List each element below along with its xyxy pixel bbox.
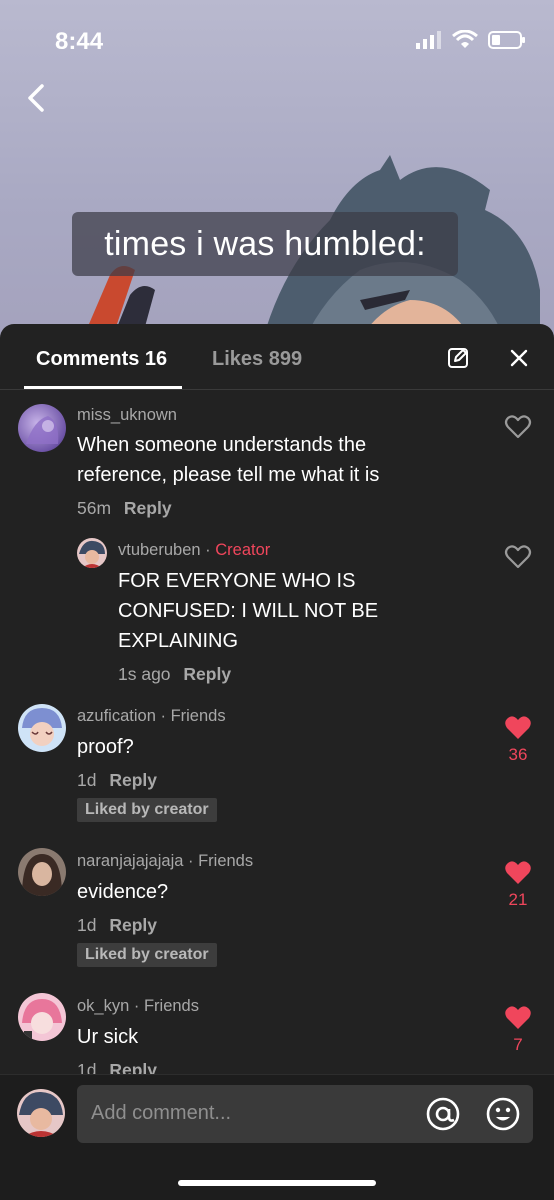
commenter-username[interactable]: naranjajajajaja <box>77 852 183 870</box>
back-arrow-icon[interactable] <box>20 78 56 118</box>
status-time: 8:44 <box>55 28 104 55</box>
comment-text-line: reference, please tell me what it is <box>77 464 380 486</box>
like-count: 7 <box>513 1035 523 1054</box>
status-icons <box>416 30 526 50</box>
comment-text: evidence? <box>77 881 169 903</box>
liked-by-creator-tag: Liked by creator <box>77 943 217 967</box>
reply-button[interactable]: Reply <box>124 498 172 518</box>
reply-button[interactable]: Reply <box>183 664 231 684</box>
wifi-icon <box>452 30 478 48</box>
heart-outline-icon[interactable] <box>504 413 532 441</box>
heart-filled-icon[interactable] <box>504 714 532 742</box>
comment-meta: 1d Reply <box>77 915 157 936</box>
friends-badge: Friends <box>198 852 254 870</box>
emoji-icon[interactable] <box>485 1096 521 1132</box>
video-caption: times i was humbled: <box>72 212 458 276</box>
video-background: 8:44 times i was humbled: <box>0 0 554 340</box>
comment-text-line: EXPLAINING <box>118 630 239 652</box>
creator-username[interactable]: vtuberuben <box>118 541 201 559</box>
battery-icon <box>488 31 525 49</box>
comment-text: Ur sick <box>77 1026 139 1048</box>
separator: · <box>183 852 199 870</box>
status-bar: 8:44 <box>0 0 554 80</box>
commenter-username[interactable]: ok_kyn <box>77 997 129 1015</box>
comment-text-line: FOR EVERYONE WHO IS <box>118 570 356 592</box>
avatar[interactable] <box>18 404 66 452</box>
comment-text-line: CONFUSED: I WILL NOT BE <box>118 600 379 622</box>
comment-text-line: When someone understands the <box>77 434 367 456</box>
comment-text: When someone understands the reference, … <box>77 430 379 490</box>
comment-meta: 56m Reply <box>77 498 172 519</box>
commenter-username[interactable]: azufication <box>77 707 156 725</box>
comment-meta: 1d Reply <box>77 770 157 791</box>
separator: · <box>155 707 171 725</box>
reply-button[interactable]: Reply <box>109 915 157 935</box>
comment-username: ok_kyn · Friends <box>77 997 199 1016</box>
comment-time: 56m <box>77 498 112 518</box>
edit-icon[interactable] <box>446 346 470 370</box>
comment-username: azufication · Friends <box>77 707 226 726</box>
friends-badge: Friends <box>143 997 199 1015</box>
comments-sheet: Comments 16 Likes 899 miss_uknown When s… <box>0 324 554 1200</box>
comment-time: 1d <box>77 770 97 790</box>
like-count: 36 <box>508 745 528 764</box>
friends-badge: Friends <box>170 707 226 725</box>
avatar[interactable] <box>77 538 107 568</box>
my-avatar <box>17 1089 65 1137</box>
heart-outline-icon[interactable] <box>504 543 532 571</box>
comment-username: vtuberuben · Creator <box>118 541 270 560</box>
comment-input[interactable]: Add comment... <box>77 1085 533 1143</box>
comment-username[interactable]: miss_uknown <box>77 406 177 425</box>
caption-text: times i was humbled: <box>104 224 426 263</box>
avatar[interactable] <box>18 993 66 1041</box>
creator-badge: Creator <box>215 541 271 559</box>
signal-icon <box>416 31 441 49</box>
heart-filled-icon[interactable] <box>504 1004 532 1032</box>
tab-bar: Comments 16 Likes 899 <box>0 324 554 390</box>
tab-likes[interactable]: Likes 899 <box>212 348 302 371</box>
active-tab-indicator <box>24 386 182 389</box>
comment-text: FOR EVERYONE WHO IS CONFUSED: I WILL NOT… <box>118 566 378 656</box>
separator: · <box>200 541 216 559</box>
liked-by-creator-tag: Liked by creator <box>77 798 217 822</box>
like-count: 21 <box>508 890 528 909</box>
avatar[interactable] <box>18 704 66 752</box>
comment-time: 1s ago <box>118 664 171 684</box>
comment-meta: 1s ago Reply <box>118 664 231 685</box>
comment-username: naranjajajajaja · Friends <box>77 852 253 871</box>
comment-input-placeholder: Add comment... <box>91 1102 232 1124</box>
avatar[interactable] <box>18 848 66 896</box>
separator: · <box>129 997 144 1015</box>
mention-at-icon[interactable] <box>425 1096 461 1132</box>
comment-time: 1d <box>77 915 97 935</box>
reply-button[interactable]: Reply <box>109 770 157 790</box>
comment-text: proof? <box>77 736 134 758</box>
close-icon[interactable] <box>507 346 531 370</box>
tab-comments[interactable]: Comments 16 <box>36 348 167 371</box>
home-indicator[interactable] <box>178 1180 376 1186</box>
heart-filled-icon[interactable] <box>504 859 532 887</box>
